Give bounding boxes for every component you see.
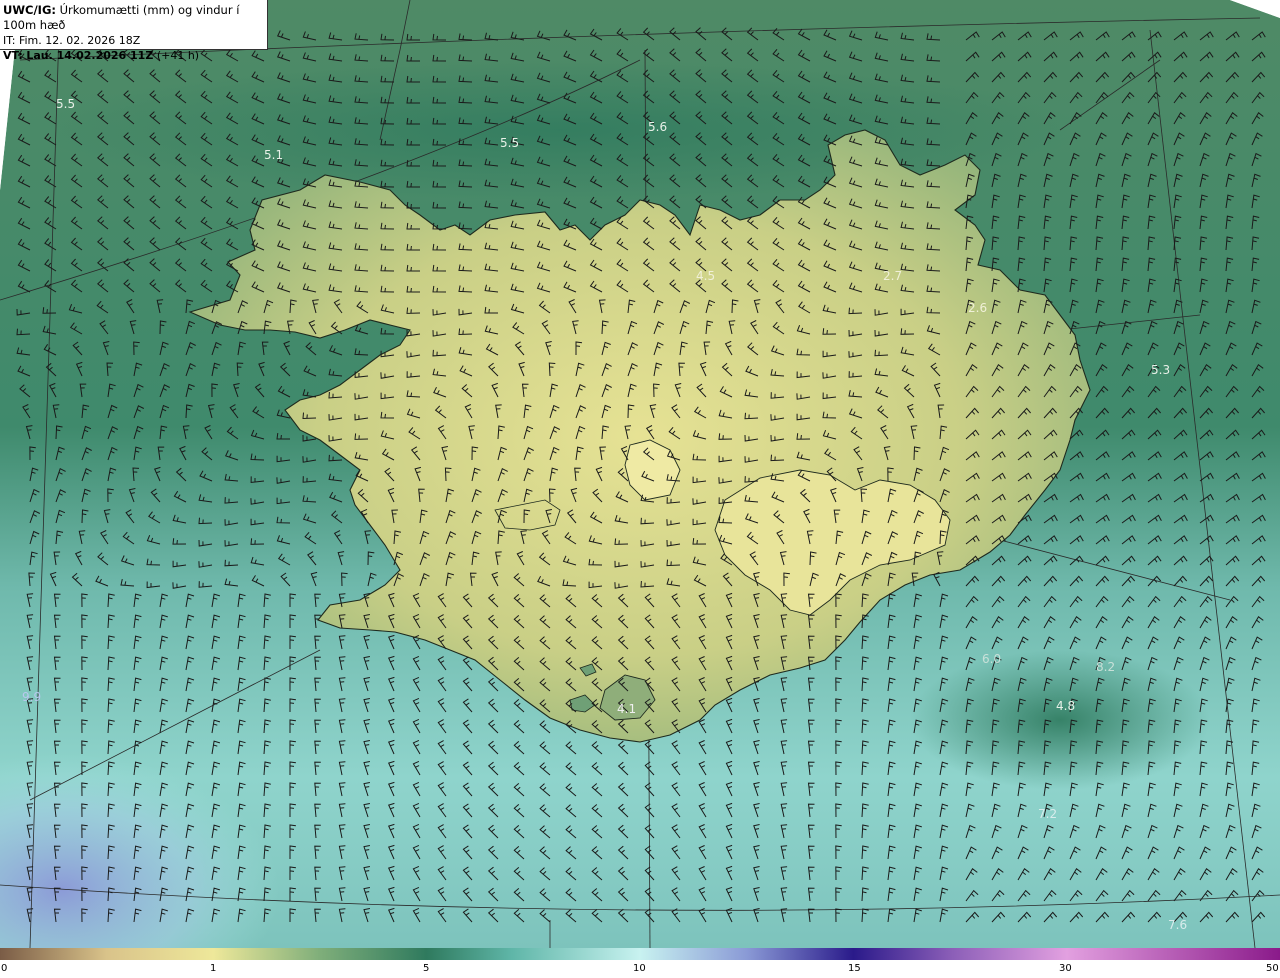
- init-time: IT: Fim. 12. 02. 2026 18Z: [3, 34, 141, 47]
- map-value-label: 5.3: [1151, 363, 1170, 377]
- map-value-label: 6.0: [982, 652, 1001, 666]
- map-value-label: 4.5: [696, 269, 715, 283]
- map-value-label: 5.5: [56, 97, 75, 111]
- map-value-label: 5.6: [648, 120, 667, 134]
- valid-time-value: Lau. 14.02.2026 11Z: [26, 49, 154, 62]
- map-value-label: 7.2: [1038, 807, 1057, 821]
- colorbar: [0, 948, 1280, 960]
- map-value-label: 4.1: [617, 702, 636, 716]
- colorbar-fill: [0, 948, 1280, 960]
- colorbar-tick-labels: 0 1 5 10 15 30 50: [0, 962, 1280, 978]
- colorbar-tick: 5: [423, 963, 430, 974]
- colorbar-tick: 50: [1266, 963, 1279, 974]
- map-value-label: 8.2: [1096, 660, 1115, 674]
- colorbar-tick: 30: [1059, 963, 1072, 974]
- precipitation-wind-map: 5.5 5.1 5.5 5.6 4.5 2.7 2.6 5.3 6.0 8.2 …: [0, 0, 1280, 948]
- map-header: UWC/IG: Úrkomumætti (mm) og vindur í 100…: [0, 0, 268, 62]
- colorbar-tick: 10: [633, 963, 646, 974]
- valid-time-prefix: VT:: [3, 49, 23, 62]
- map-value-label: 5.5: [500, 136, 519, 150]
- map-value-label: 2.7: [883, 269, 902, 283]
- map-value-label: 2.6: [968, 301, 987, 315]
- colorbar-tick: 15: [848, 963, 861, 974]
- model-name: UWC/IG:: [3, 3, 56, 17]
- map-value-label: 4.8: [1056, 699, 1075, 713]
- colorbar-tick: 1: [210, 963, 217, 974]
- map-value-label: 7.6: [1168, 918, 1187, 932]
- forecast-offset: (+41 h): [156, 49, 200, 62]
- map-title-line: UWC/IG: Úrkomumætti (mm) og vindur í 100…: [3, 3, 267, 33]
- map-value-label: 9.9: [22, 690, 41, 704]
- valid-time-line: VT: Lau. 14.02.2026 11Z (+41 h): [3, 48, 267, 63]
- colorbar-tick: 0: [1, 963, 8, 974]
- se-dry-patch: [910, 650, 1210, 790]
- map-value-label: 5.1: [264, 148, 283, 162]
